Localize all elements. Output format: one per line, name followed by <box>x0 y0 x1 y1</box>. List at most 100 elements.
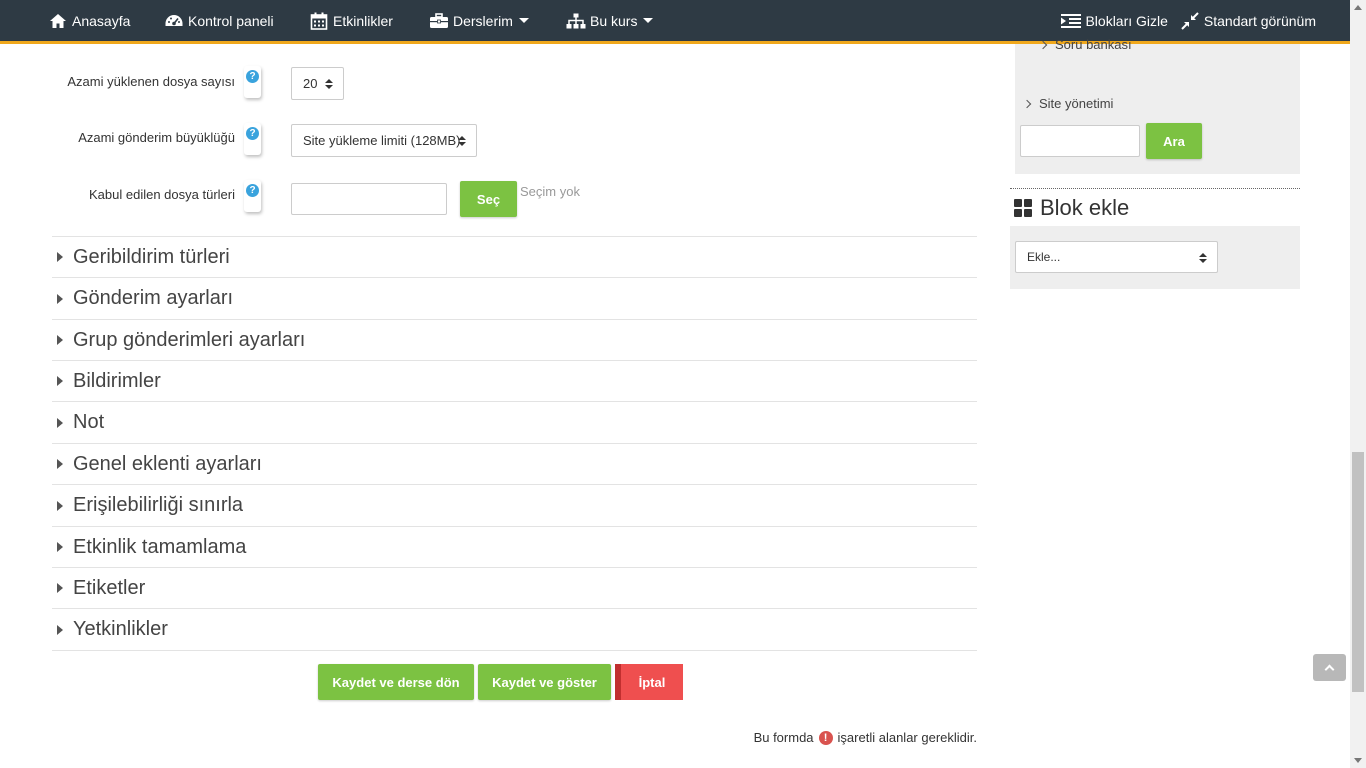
max-files-help[interactable]: ? <box>244 66 261 98</box>
section-grade[interactable]: Not <box>52 401 977 443</box>
question-icon: ? <box>246 70 259 83</box>
max-files-select[interactable]: 20 <box>291 67 344 100</box>
expand-icon <box>57 335 63 345</box>
chevron-right-icon <box>1040 40 1048 50</box>
nav-my-courses[interactable]: Derslerim <box>429 0 529 41</box>
admin-search-button[interactable]: Ara <box>1146 123 1202 159</box>
expand-icon <box>57 376 63 386</box>
indent-icon <box>1061 12 1082 30</box>
standard-view-button[interactable]: Standart görünüm <box>1180 0 1316 41</box>
admin-search-input[interactable] <box>1020 125 1140 157</box>
page-scrollbar[interactable] <box>1350 0 1366 768</box>
question-bank-link[interactable]: Soru bankası <box>1040 38 1132 52</box>
max-size-value: Site yükleme limiti (128MB) <box>303 133 461 148</box>
section-title: Etiketler <box>73 576 146 599</box>
site-admin-link[interactable]: Site yönetimi <box>1022 96 1114 111</box>
divider <box>52 650 977 651</box>
site-admin-label: Site yönetimi <box>1039 96 1114 111</box>
nav-this-course[interactable]: Bu kurs <box>566 0 654 41</box>
save-and-display-button[interactable]: Kaydet ve göster <box>478 664 611 700</box>
file-types-input[interactable] <box>291 183 447 215</box>
section-tags[interactable]: Etiketler <box>52 567 977 608</box>
section-competencies[interactable]: Yetkinlikler <box>52 608 977 650</box>
nav-home-label: Anasayfa <box>72 12 131 29</box>
max-size-select[interactable]: Site yükleme limiti (128MB) <box>291 124 477 157</box>
max-files-label: Azami yüklenen dosya sayısı <box>67 74 235 89</box>
back-to-top-button[interactable] <box>1313 654 1346 681</box>
save-and-return-button[interactable]: Kaydet ve derse dön <box>318 664 474 700</box>
nav-events-label: Etkinlikler <box>333 12 393 29</box>
required-note: Bu formda ! işaretli alanlar gereklidir. <box>754 730 977 745</box>
sitemap-icon <box>566 12 586 30</box>
file-types-help[interactable]: ? <box>244 180 261 212</box>
section-title: Not <box>73 411 105 433</box>
calendar-icon <box>309 12 329 30</box>
required-note-before: Bu formda <box>753 730 814 745</box>
add-block-title: Blok ekle <box>1040 195 1130 220</box>
nav-this-course-label: Bu kurs <box>590 12 638 29</box>
chevron-right-icon <box>1022 99 1032 108</box>
scroll-down-icon[interactable] <box>1354 758 1362 763</box>
nav-events[interactable]: Etkinlikler <box>309 0 393 41</box>
section-feedback-types[interactable]: Geribildirim türleri <box>52 236 977 277</box>
choose-file-types-button[interactable]: Seç <box>460 181 517 217</box>
chevron-down-icon <box>643 18 654 23</box>
expand-icon <box>57 293 63 304</box>
cancel-button[interactable]: İptal <box>615 664 683 700</box>
select-arrows-icon <box>325 79 333 89</box>
section-group-submission[interactable]: Grup gönderimleri ayarları <box>52 319 977 360</box>
required-icon: ! <box>818 730 833 745</box>
expand-icon <box>57 583 63 593</box>
section-title: Gönderim ayarları <box>73 287 234 309</box>
standard-view-label: Standart görünüm <box>1203 12 1316 29</box>
select-arrows-icon <box>1199 253 1207 263</box>
top-navbar: Anasayfa Kontrol paneli Etkinlikler Ders… <box>0 0 1350 44</box>
section-submission-settings[interactable]: Gönderim ayarları <box>52 277 977 319</box>
hide-blocks-button[interactable]: Blokları Gizle <box>1061 0 1168 41</box>
expand-icon <box>57 417 63 428</box>
section-title: Bildirimler <box>73 369 161 392</box>
section-title: Genel eklenti ayarları <box>73 452 262 475</box>
divider <box>1010 188 1300 189</box>
expand-icon <box>57 500 63 511</box>
section-title: Grup gönderimleri ayarları <box>73 328 306 351</box>
expand-icon <box>57 542 63 552</box>
nav-right: Blokları Gizle Standart görünüm <box>1061 0 1316 41</box>
max-files-value: 20 <box>303 76 318 91</box>
dashboard-icon <box>164 12 184 30</box>
section-title: Etkinlik tamamlama <box>73 535 247 558</box>
section-title: Geribildirim türleri <box>73 245 230 268</box>
home-icon <box>48 12 68 30</box>
max-size-help[interactable]: ? <box>244 123 261 155</box>
compress-icon <box>1180 11 1200 30</box>
nav-dashboard[interactable]: Kontrol paneli <box>164 0 274 41</box>
chevron-down-icon <box>518 18 529 23</box>
blocks-icon <box>1014 199 1032 217</box>
add-block-select[interactable]: Ekle... <box>1015 241 1218 273</box>
no-selection-text: Seçim yok <box>520 184 580 199</box>
scrollbar-thumb[interactable] <box>1352 452 1364 692</box>
section-activity-completion[interactable]: Etkinlik tamamlama <box>52 526 977 567</box>
nav-dashboard-label: Kontrol paneli <box>188 12 274 29</box>
scroll-up-icon[interactable] <box>1354 5 1362 10</box>
hide-blocks-label: Blokları Gizle <box>1085 12 1168 29</box>
chevron-up-icon <box>1324 664 1335 675</box>
section-common-module[interactable]: Genel eklenti ayarları <box>52 443 977 484</box>
select-arrows-icon <box>458 136 466 146</box>
expand-icon <box>57 252 63 262</box>
section-notifications[interactable]: Bildirimler <box>52 360 977 401</box>
expand-icon <box>57 624 63 635</box>
nav-home[interactable]: Anasayfa <box>48 0 130 41</box>
question-icon: ? <box>246 127 259 140</box>
question-icon: ? <box>246 184 259 197</box>
max-size-label: Azami gönderim büyüklüğü <box>78 130 235 145</box>
section-title: Yetkinlikler <box>73 618 168 640</box>
question-bank-label: Soru bankası <box>1055 38 1132 52</box>
briefcase-icon <box>429 12 449 30</box>
required-note-after: işaretli alanlar gereklidir. <box>837 730 977 745</box>
expand-icon <box>57 459 63 469</box>
nav-my-courses-label: Derslerim <box>453 12 513 29</box>
section-restrict-access[interactable]: Erişilebilirliği sınırla <box>52 484 977 526</box>
add-block-select-value: Ekle... <box>1027 250 1061 264</box>
add-block-heading: Blok ekle <box>1014 195 1129 221</box>
